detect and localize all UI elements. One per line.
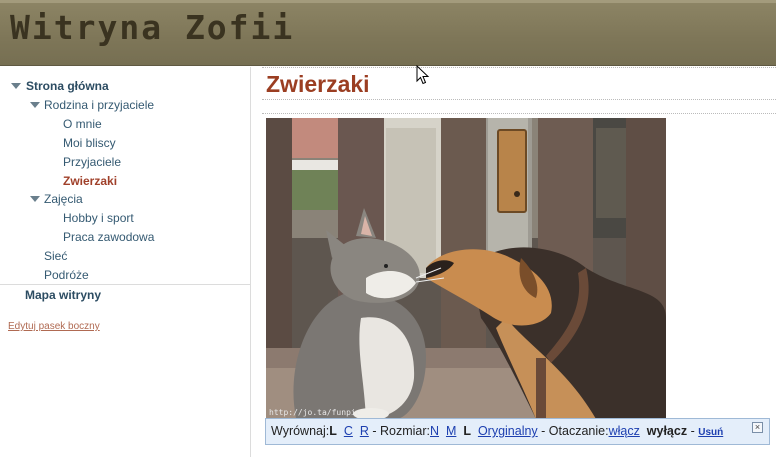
edit-sidebar-link[interactable]: Edytuj pasek boczny	[8, 321, 100, 332]
nav-home[interactable]: Strona główna	[26, 79, 109, 93]
nav-pets-active[interactable]: Zwierzaki	[63, 174, 117, 188]
sidebar: Strona główna Rodzina i przyjaciele O mn…	[0, 67, 251, 457]
nav-about-me[interactable]: O mnie	[63, 117, 102, 131]
expand-triangle-icon[interactable]	[30, 102, 40, 108]
page-title: Zwierzaki	[266, 71, 370, 97]
site-title[interactable]: Witryna Zofii	[10, 8, 294, 47]
wrap-on-link[interactable]: włącz	[609, 424, 640, 438]
wrap-label: - Otaczanie:	[541, 424, 609, 438]
remove-separator: -	[690, 424, 695, 438]
align-left-option[interactable]: L	[329, 424, 337, 438]
align-label: Wyrównaj:	[271, 424, 330, 438]
nav-hobby[interactable]: Hobby i sport	[63, 211, 134, 225]
nav-relatives[interactable]: Moi bliscy	[63, 136, 116, 150]
size-medium-link[interactable]: M	[446, 424, 456, 438]
pets-photo[interactable]: http://jo.ta/funpic	[266, 118, 666, 419]
close-icon[interactable]: ×	[752, 422, 763, 433]
align-center-link[interactable]: C	[344, 424, 353, 438]
image-frame: http://jo.ta/funpic	[262, 113, 776, 419]
nav-travel[interactable]: Podróże	[44, 268, 89, 282]
wrap-off-option[interactable]: wyłącz	[647, 424, 687, 438]
page-title-box: Zwierzaki	[262, 67, 776, 100]
cat-and-dog-photo	[266, 118, 666, 419]
nav-family[interactable]: Rodzina i przyjaciele	[44, 98, 154, 112]
nav-work[interactable]: Praca zawodowa	[63, 230, 154, 244]
size-original-link[interactable]: Oryginalny	[478, 424, 538, 438]
image-toolbar: Wyrównaj:L C R - Rozmiar:N M L Oryginaln…	[265, 418, 770, 445]
nav-network[interactable]: Sieć	[44, 249, 67, 263]
align-right-link[interactable]: R	[360, 424, 369, 438]
size-large-option[interactable]: L	[463, 424, 471, 438]
site-header: Witryna Zofii	[0, 0, 776, 66]
image-watermark: http://jo.ta/funpic	[269, 408, 361, 417]
sidebar-divider	[0, 284, 250, 285]
nav-friends[interactable]: Przyjaciele	[63, 155, 121, 169]
nav-activities[interactable]: Zajęcia	[44, 192, 83, 206]
remove-link[interactable]: Usuń	[698, 427, 723, 438]
expand-triangle-icon[interactable]	[11, 83, 21, 89]
nav-sitemap[interactable]: Mapa witryny	[25, 288, 101, 302]
size-label: - Rozmiar:	[372, 424, 430, 438]
mouse-cursor-icon	[416, 65, 430, 85]
expand-triangle-icon[interactable]	[30, 196, 40, 202]
image-toolbar-row: Wyrównaj:L C R - Rozmiar:N M L Oryginaln…	[271, 424, 723, 438]
size-small-link[interactable]: N	[430, 424, 439, 438]
